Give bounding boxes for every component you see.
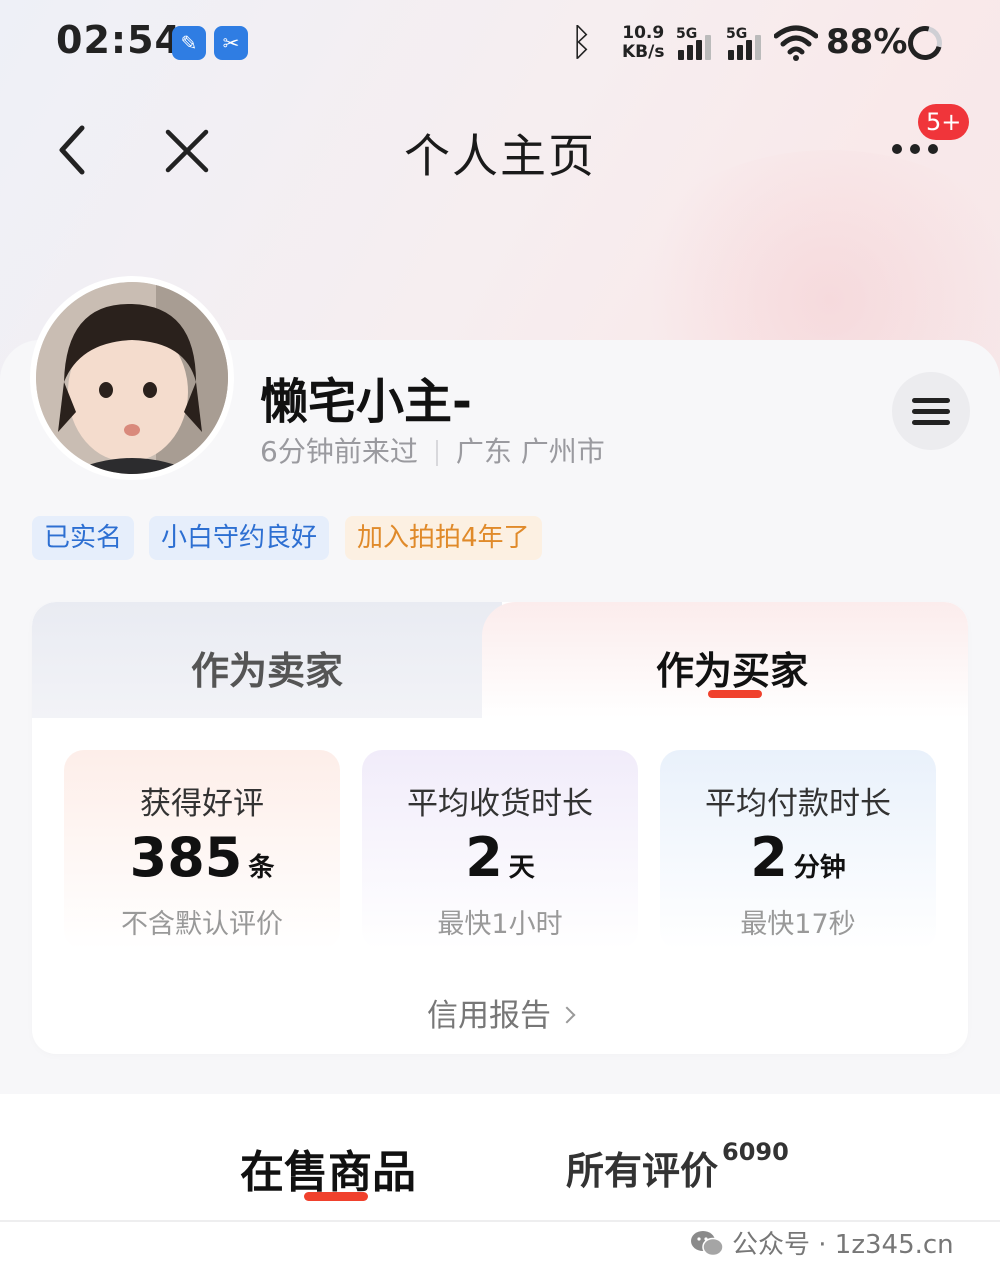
stat-subtitle: 最快1小时 <box>437 909 563 940</box>
last-visit: 6分钟前来过 <box>260 435 418 468</box>
stat-subtitle: 最快17秒 <box>740 909 856 940</box>
close-icon[interactable] <box>164 128 210 174</box>
stat-avg-receive-time[interactable]: 平均收货时长 2天 最快1小时 <box>362 750 638 950</box>
tab-active-indicator <box>708 690 762 698</box>
wifi-icon <box>774 25 818 61</box>
chevron-right-icon <box>558 1006 576 1023</box>
signal-icon: 5G <box>676 26 724 62</box>
role-panel: 作为卖家 作为买家 获得好评 385 条 不含默认评价 平均收货时长 2天 最快1… <box>32 602 968 1054</box>
profile-meta: 6分钟前来过 广东 广州市 <box>260 430 605 470</box>
stat-title: 平均收货时长 <box>407 786 593 822</box>
stat-title: 平均付款时长 <box>705 786 891 822</box>
tab-as-seller[interactable]: 作为卖家 <box>32 602 502 718</box>
tab-active-indicator <box>304 1192 368 1201</box>
back-icon[interactable] <box>56 124 96 176</box>
network-speed-value: 10.9 <box>622 23 665 43</box>
app-notification-icon: ✂ <box>214 26 248 60</box>
signal-icon: 5G <box>726 26 774 62</box>
tab-as-buyer[interactable]: 作为买家 <box>482 602 968 718</box>
avatar[interactable] <box>30 276 234 480</box>
credit-report-link[interactable]: 信用报告 <box>32 990 968 1035</box>
divider <box>0 1220 1000 1222</box>
signal-label: 5G <box>676 26 698 42</box>
tab-as-buyer-label: 作为买家 <box>655 649 808 693</box>
signal-label: 5G <box>726 26 748 42</box>
watermark: 公众号 · 1z345.cn <box>690 1224 954 1264</box>
network-speed-unit: KB/s <box>622 42 665 62</box>
tag-verified[interactable]: 已实名 <box>32 516 135 560</box>
stat-positive-reviews[interactable]: 获得好评 385 条 不含默认评价 <box>64 750 340 950</box>
tag-credit[interactable]: 小白守约良好 <box>149 516 330 560</box>
status-bar: 02:54 ✎ ✂ ᛒ 10.9 KB/s 5G 5G 88% <box>0 0 1000 90</box>
tab-on-sale[interactable]: 在售商品 <box>240 1136 416 1200</box>
stat-avg-payment-time[interactable]: 平均付款时长 2 分钟 最快17秒 <box>660 750 936 950</box>
content-tabs: 在售商品 所有评价 6090 公众号 · 1z345.cn <box>0 1094 1000 1280</box>
stat-value: 385 条 <box>129 826 275 889</box>
stat-subtitle: 不含默认评价 <box>121 909 283 940</box>
page-title: 个人主页 <box>404 129 596 183</box>
battery-level: 88% <box>826 22 908 62</box>
stat-value: 2 分钟 <box>750 826 846 889</box>
location: 广东 广州市 <box>455 435 605 468</box>
reviews-count: 6090 <box>722 1138 789 1166</box>
username: 懒宅小主- <box>260 374 472 430</box>
tab-all-reviews[interactable]: 所有评价 <box>566 1140 718 1195</box>
bluetooth-icon: ᛒ <box>570 20 593 64</box>
tag-membership[interactable]: 加入拍拍4年了 <box>345 516 542 560</box>
tab-as-seller-label: 作为卖家 <box>190 649 343 693</box>
credit-report-label: 信用报告 <box>427 998 551 1034</box>
meta-divider <box>435 440 438 466</box>
watermark-text: 公众号 · 1z345.cn <box>732 1230 954 1260</box>
stat-title: 获得好评 <box>140 786 264 822</box>
wechat-icon <box>691 1230 724 1256</box>
menu-icon <box>912 398 950 403</box>
stat-value: 2天 <box>465 826 535 889</box>
notification-badge: 5+ <box>918 104 970 140</box>
app-notification-icon: ✎ <box>172 26 206 60</box>
network-speed: 10.9 KB/s <box>622 24 664 62</box>
menu-button[interactable] <box>892 372 970 450</box>
status-time: 02:54 <box>56 18 182 62</box>
battery-icon <box>901 19 949 67</box>
